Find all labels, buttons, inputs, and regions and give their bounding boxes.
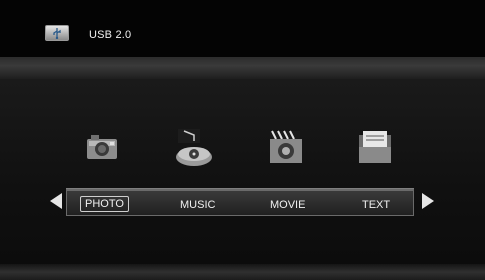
source-title: USB 2.0 (89, 29, 132, 41)
right-arrow-icon[interactable] (420, 191, 438, 211)
media-screen: USB 2.0 PHOTO MUSIC MOVIE TEXT (0, 0, 485, 280)
content-panel (0, 79, 485, 264)
music-player-icon[interactable] (172, 127, 212, 167)
menu-item-text[interactable]: TEXT (362, 199, 390, 211)
document-folder-icon[interactable] (355, 127, 395, 167)
header-bar: USB 2.0 (0, 0, 485, 57)
camera-icon[interactable] (83, 127, 123, 167)
menu-item-photo[interactable]: PHOTO (80, 196, 129, 212)
movie-camera-icon[interactable] (266, 127, 306, 167)
menu-item-movie[interactable]: MOVIE (270, 199, 305, 211)
footer-band (0, 264, 485, 280)
menu-item-music[interactable]: MUSIC (180, 199, 215, 211)
left-arrow-icon[interactable] (46, 191, 64, 211)
usb-icon (45, 25, 69, 41)
header-divider-band (0, 57, 485, 79)
